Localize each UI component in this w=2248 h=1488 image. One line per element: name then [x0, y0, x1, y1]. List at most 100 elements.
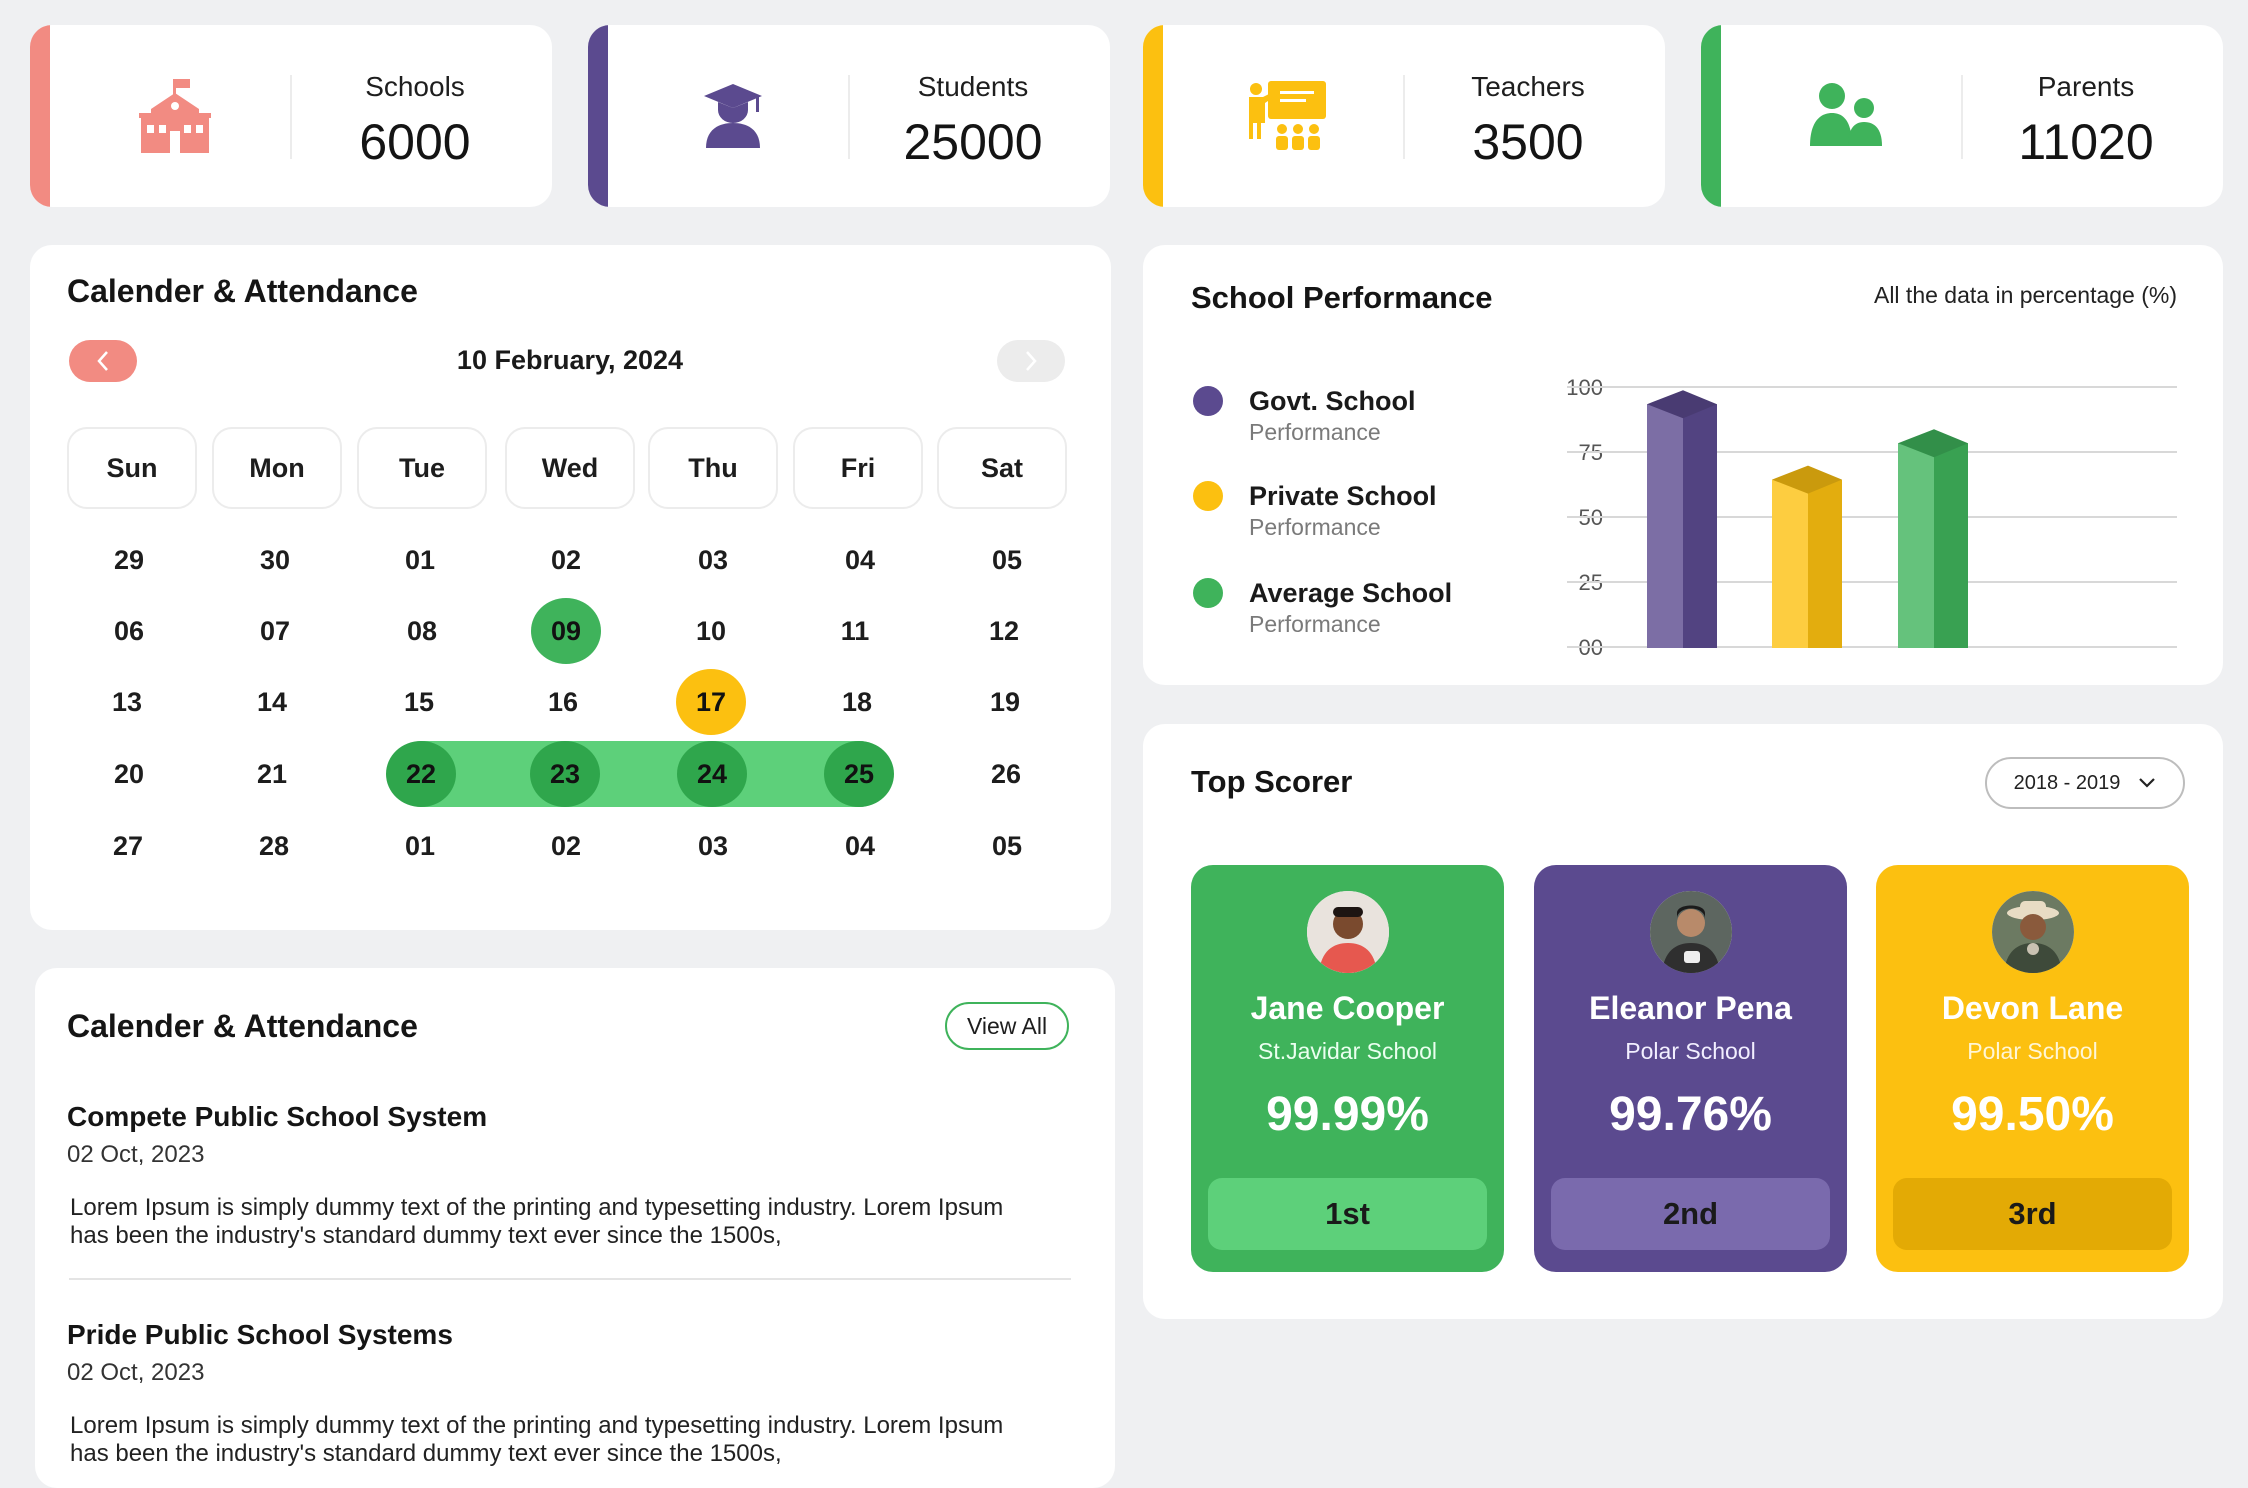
prev-month-button[interactable] [69, 340, 137, 382]
calendar-day[interactable]: 21 [237, 741, 307, 807]
bar-1 [1647, 390, 1717, 648]
news-item-heading[interactable]: Compete Public School System [67, 1101, 487, 1133]
scorer-card-1[interactable]: Jane Cooper St.Javidar School 99.99% 1st [1191, 865, 1504, 1272]
calendar-day[interactable]: 18 [822, 669, 892, 735]
calendar-day[interactable]: 01 [385, 527, 455, 593]
weekday-mon: Mon [212, 427, 342, 509]
stat-value: 3500 [1472, 114, 1584, 170]
divider [1961, 75, 1963, 159]
calendar-day[interactable]: 16 [528, 669, 598, 735]
calendar-day[interactable]: 29 [94, 527, 164, 593]
stat-card-students[interactable]: Students 25000 [588, 25, 1110, 207]
stat-label: Teachers [1471, 71, 1585, 102]
divider [69, 1278, 1071, 1280]
scorer-rank: 3rd [1893, 1178, 2172, 1250]
calendar-day[interactable]: 27 [93, 813, 163, 879]
calendar-day-range[interactable]: 22 [386, 741, 456, 807]
calendar-day[interactable]: 02 [531, 813, 601, 879]
news-item-text: Lorem Ipsum is simply dummy text of the … [70, 1412, 1004, 1467]
scorer-school: St.Javidar School [1258, 1038, 1437, 1064]
accent-bar [30, 25, 50, 207]
calendar-day-range[interactable]: 24 [677, 741, 747, 807]
year-select-value: 2018 - 2019 [2013, 771, 2121, 794]
stat-card-parents[interactable]: Parents 11020 [1701, 25, 2223, 207]
accent-bar [588, 25, 608, 207]
news-item-date: 02 Oct, 2023 [67, 1141, 205, 1168]
scorer-rank: 1st [1208, 1178, 1487, 1250]
weekday-tue: Tue [357, 427, 487, 509]
next-month-button[interactable] [997, 340, 1065, 382]
teacher-classroom-icon [1238, 65, 1338, 165]
avatar [1650, 891, 1732, 973]
view-all-button[interactable]: View All [945, 1002, 1069, 1050]
divider [290, 75, 292, 159]
graduate-student-icon [683, 65, 783, 165]
calendar-day-range[interactable]: 23 [530, 741, 600, 807]
avatar [1992, 891, 2074, 973]
stat-label: Students [917, 71, 1029, 102]
calendar-day[interactable]: 26 [971, 741, 1041, 807]
calendar-day[interactable]: 07 [240, 598, 310, 664]
scorer-card-2[interactable]: Eleanor Pena Polar School 99.76% 2nd [1534, 865, 1847, 1272]
calendar-day[interactable]: 08 [387, 598, 457, 664]
news-item-text: Lorem Ipsum is simply dummy text of the … [70, 1194, 1004, 1249]
performance-bar-chart [1647, 390, 1968, 648]
performance-card: School Performance All the data in perce… [1143, 245, 2223, 685]
accent-bar [1701, 25, 1721, 207]
scorer-card-3[interactable]: Devon Lane Polar School 99.50% 3rd [1876, 865, 2189, 1272]
calendar-day[interactable]: 28 [239, 813, 309, 879]
calendar-day[interactable]: 04 [825, 527, 895, 593]
top-scorer-title: Top Scorer [1191, 764, 1353, 799]
current-date: 10 February, 2024 [456, 345, 684, 375]
calendar-day[interactable]: 05 [972, 813, 1042, 879]
calendar-day[interactable]: 05 [972, 527, 1042, 593]
scorer-rank: 2nd [1551, 1178, 1830, 1250]
calendar-day-range[interactable]: 25 [824, 741, 894, 807]
scorer-score: 99.99% [1266, 1088, 1429, 1141]
stat-card-teachers[interactable]: Teachers 3500 [1143, 25, 1665, 207]
calendar-day[interactable]: 04 [825, 813, 895, 879]
news-item-heading[interactable]: Pride Public School Systems [67, 1319, 453, 1351]
weekday-fri: Fri [793, 427, 923, 509]
calendar-day[interactable]: 20 [94, 741, 164, 807]
calendar-day-selected[interactable]: 09 [531, 598, 601, 664]
calendar-day[interactable]: 01 [385, 813, 455, 879]
calendar-day[interactable]: 12 [969, 598, 1039, 664]
calendar-day[interactable]: 06 [94, 598, 164, 664]
avatar [1307, 891, 1389, 973]
news-item-date: 02 Oct, 2023 [67, 1359, 205, 1386]
stat-value: 6000 [359, 114, 471, 170]
stat-label: Schools [365, 71, 465, 102]
calendar-day[interactable]: 13 [92, 669, 162, 735]
stat-value: 11020 [2018, 114, 2154, 170]
school-building-icon [125, 65, 225, 165]
scorer-score: 99.76% [1609, 1088, 1772, 1141]
calendar-day[interactable]: 03 [678, 813, 748, 879]
calendar-day[interactable]: 19 [970, 669, 1040, 735]
news-title: Calender & Attendance [67, 1008, 418, 1044]
chevron-right-icon [1026, 351, 1037, 371]
weekday-sun: Sun [67, 427, 197, 509]
stat-value: 25000 [903, 114, 1043, 170]
calendar-day-event[interactable]: 17 [676, 669, 746, 735]
date-range-highlight [390, 741, 892, 807]
stat-card-schools[interactable]: Schools 6000 [30, 25, 552, 207]
parents-group-icon [1796, 65, 1896, 165]
weekday-wed: Wed [505, 427, 635, 509]
calendar-day[interactable]: 03 [678, 527, 748, 593]
year-select[interactable]: 2018 - 2019 [1985, 757, 2185, 809]
calendar-day[interactable]: 15 [384, 669, 454, 735]
calendar-day[interactable]: 02 [531, 527, 601, 593]
accent-bar [1143, 25, 1163, 207]
scorer-name: Jane Cooper [1250, 990, 1445, 1026]
calendar-day[interactable]: 30 [240, 527, 310, 593]
chevron-down-icon [2139, 778, 2156, 788]
calendar-day[interactable]: 10 [676, 598, 746, 664]
calendar-day[interactable]: 14 [237, 669, 307, 735]
bar-3 [1898, 429, 1968, 648]
calendar-title: Calender & Attendance [67, 273, 418, 309]
scorer-name: Devon Lane [1941, 990, 2124, 1026]
divider [1403, 75, 1405, 159]
divider [848, 75, 850, 159]
calendar-day[interactable]: 11 [820, 598, 890, 664]
